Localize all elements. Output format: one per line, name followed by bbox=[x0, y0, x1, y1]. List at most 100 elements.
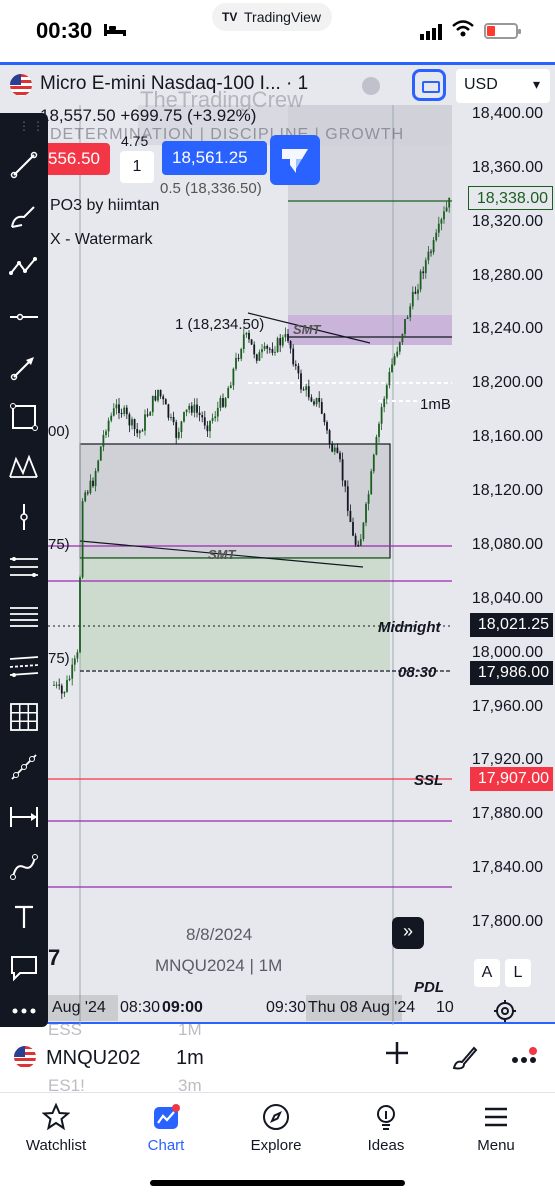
sell-button[interactable]: 556.50 bbox=[40, 143, 110, 175]
parallel-channel-tool[interactable] bbox=[6, 599, 42, 635]
buy-button[interactable]: 18,561.25 bbox=[162, 141, 267, 175]
path-tool[interactable] bbox=[6, 849, 42, 885]
gann-box-tool[interactable] bbox=[6, 699, 42, 735]
candle-body bbox=[284, 333, 287, 338]
add-indicator-button[interactable] bbox=[384, 1040, 410, 1074]
text-tool[interactable] bbox=[6, 899, 42, 935]
candle-body bbox=[354, 535, 357, 545]
toolbar-drag-handle-icon[interactable]: ⋮⋮ bbox=[18, 119, 46, 133]
candle-body bbox=[385, 385, 388, 399]
lightbulb-icon bbox=[377, 1105, 395, 1130]
horizontal-line-tool[interactable] bbox=[6, 299, 42, 335]
candle-body bbox=[437, 223, 440, 233]
candle-body bbox=[237, 357, 240, 359]
candle-body bbox=[266, 346, 269, 349]
candle-body bbox=[313, 401, 315, 405]
candle-body bbox=[131, 419, 133, 426]
left-label-00: 00) bbox=[48, 423, 70, 440]
trend-line-tool[interactable] bbox=[6, 147, 42, 183]
candle-body bbox=[229, 385, 232, 389]
candle-body bbox=[222, 398, 224, 407]
indicator-po3[interactable]: PO3 by hiimtan bbox=[50, 197, 159, 215]
minimize-legend-icon[interactable] bbox=[362, 77, 380, 95]
candle-body bbox=[107, 420, 110, 432]
time-axis[interactable]: Aug '24 08:30 09:00 09:30 Thu 08 Aug '24… bbox=[48, 995, 454, 1023]
candle-body bbox=[424, 260, 427, 274]
quantity-field[interactable]: 1 bbox=[120, 151, 154, 183]
tab-menu[interactable]: Menu bbox=[446, 1103, 546, 1163]
measure-tool[interactable] bbox=[6, 799, 42, 835]
pattern-tool[interactable] bbox=[6, 249, 42, 285]
xabcd-pattern-tool[interactable] bbox=[6, 449, 42, 485]
candle-body bbox=[58, 684, 61, 686]
fullscreen-button[interactable] bbox=[412, 69, 446, 101]
price-tick: 18,400.00 bbox=[471, 105, 543, 122]
vertical-line-tool[interactable] bbox=[6, 499, 42, 535]
ssl-price-tag: 17,907.00 bbox=[469, 766, 553, 791]
candle-body bbox=[430, 251, 432, 253]
fib-retracement-tool[interactable] bbox=[6, 549, 42, 585]
log-scale-button[interactable]: L bbox=[505, 959, 531, 987]
candle-body bbox=[370, 471, 373, 495]
app-pill-label: TradingView bbox=[244, 9, 322, 25]
chart-area[interactable]: 0.5 (18,336.50) 1 (18,234.50) SMT SMT 1m… bbox=[0, 62, 555, 1027]
tradingview-pill[interactable]: TV TradingView bbox=[212, 3, 332, 31]
candle-body bbox=[175, 422, 178, 438]
tab-label: Menu bbox=[477, 1137, 515, 1154]
symbol-selector[interactable]: MNQU202 bbox=[46, 1047, 140, 1070]
candle-body bbox=[281, 337, 284, 346]
price-tick: 18,200.00 bbox=[471, 374, 543, 392]
candle-body bbox=[86, 492, 89, 494]
tab-label: Explore bbox=[250, 1137, 302, 1154]
auto-scale-button[interactable]: A bbox=[474, 959, 500, 987]
more-options-icon[interactable] bbox=[510, 1046, 538, 1074]
candle-body bbox=[99, 446, 102, 461]
price-tick: 18,280.00 bbox=[471, 266, 543, 284]
brush-tool[interactable] bbox=[6, 199, 42, 235]
indicator-watermark[interactable]: X - Watermark bbox=[50, 231, 153, 249]
candle-body bbox=[133, 419, 136, 430]
candle-body bbox=[170, 417, 172, 419]
trading-panel-button[interactable] bbox=[270, 135, 320, 185]
candle-body bbox=[315, 398, 318, 405]
drawing-brush-icon[interactable] bbox=[450, 1044, 478, 1072]
candle-body bbox=[417, 289, 419, 294]
vertical-line-icon bbox=[20, 504, 28, 530]
tab-ideas[interactable]: Ideas bbox=[336, 1103, 436, 1163]
price-change-row: 18,557.50 +699.75 (+3.92%) bbox=[40, 106, 257, 125]
brush-icon bbox=[11, 206, 35, 228]
settings-icon[interactable] bbox=[492, 998, 518, 1024]
candle-body bbox=[398, 342, 401, 352]
candle-body bbox=[66, 680, 68, 692]
more-tools[interactable] bbox=[6, 993, 42, 1029]
candle-body bbox=[419, 271, 422, 290]
wifi-icon bbox=[452, 20, 474, 43]
candle-body bbox=[79, 577, 81, 653]
tab-watchlist[interactable]: Watchlist bbox=[6, 1103, 106, 1163]
time-label-3: 09:00 bbox=[162, 999, 203, 1016]
comment-tool[interactable] bbox=[6, 949, 42, 985]
fib-channel-tool[interactable] bbox=[6, 649, 42, 685]
forecast-tool[interactable] bbox=[6, 749, 42, 785]
candle-body bbox=[341, 459, 344, 481]
candle-body bbox=[55, 684, 58, 686]
candle-body bbox=[279, 338, 282, 346]
timeframe-selector[interactable]: 1m bbox=[176, 1047, 204, 1070]
candle-body bbox=[328, 430, 331, 445]
tab-chart[interactable]: Chart bbox=[116, 1103, 216, 1163]
candle-body bbox=[149, 412, 152, 416]
candle-body bbox=[154, 395, 157, 401]
rectangle-tool[interactable] bbox=[6, 399, 42, 435]
candle-body bbox=[242, 334, 245, 349]
open-price-tag: 17,986.00 bbox=[469, 660, 553, 685]
us-flag-icon bbox=[14, 1046, 36, 1068]
price-axis[interactable]: 18,400.00 18,360.00 18,320.00 18,280.00 18,2… bbox=[452, 105, 555, 1025]
tab-explore[interactable]: Explore bbox=[226, 1103, 326, 1163]
scroll-to-realtime-button[interactable]: » bbox=[392, 917, 424, 949]
forecast-icon bbox=[11, 754, 37, 780]
candle-body bbox=[198, 412, 201, 416]
candle-body bbox=[276, 338, 279, 352]
currency-select[interactable]: USD ▾ bbox=[456, 69, 550, 103]
arrow-tool[interactable] bbox=[6, 349, 42, 385]
left-label-75b: 75) bbox=[48, 650, 70, 667]
